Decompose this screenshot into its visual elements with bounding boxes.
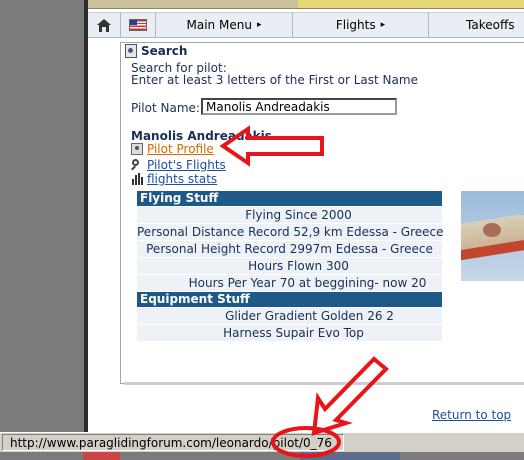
- takeoffs-menu-label: Takeoffs: [466, 18, 515, 32]
- home-icon: [97, 18, 111, 32]
- equipment-stuff-header: Equipment Stuff: [137, 292, 442, 308]
- main-menubar: Main Menu ▸ Flights ▸ Takeoffs: [88, 12, 524, 38]
- flights-menu-label: Flights: [335, 18, 376, 32]
- takeoffs-menu-button[interactable]: Takeoffs: [429, 13, 524, 37]
- flying-row: Hours Flown 300: [137, 258, 442, 275]
- taskbar-strip: [0, 452, 524, 460]
- pilot-name-label: Pilot Name:: [131, 101, 200, 115]
- search-panel-title: Search: [125, 43, 187, 59]
- flights-stats-row: flights stats: [131, 172, 217, 186]
- flights-stats-link[interactable]: flights stats: [147, 172, 217, 186]
- pilot-flights-row: Pilot's Flights: [131, 158, 226, 172]
- frame-border: [84, 0, 88, 432]
- banner-highlight: [298, 0, 524, 8]
- equipment-row: Glider Gradient Golden 26 2: [137, 308, 442, 325]
- chevron-right-icon: ▸: [380, 20, 386, 30]
- search-icon: [125, 44, 137, 58]
- language-button[interactable]: [121, 13, 156, 37]
- pilot-flights-link[interactable]: Pilot's Flights: [147, 158, 226, 172]
- flying-row: Hours Per Year 70 at beggining- now 20: [137, 275, 442, 292]
- search-title: Search: [141, 44, 188, 58]
- pilot-photo: [461, 191, 524, 281]
- flying-row: Personal Height Record 2997m Edessa - Gr…: [137, 241, 442, 258]
- bar-chart-icon: [131, 173, 143, 185]
- result-pilot-name: Manolis Andreadakis: [131, 129, 272, 143]
- pilot-profile-row: Pilot Profile: [131, 142, 214, 156]
- main-menu-button[interactable]: Main Menu ▸: [156, 13, 293, 37]
- return-to-top-link[interactable]: Return to top: [432, 408, 511, 422]
- pilot-info-table: Flying Stuff Flying Since 2000 Personal …: [137, 191, 444, 342]
- home-button[interactable]: [88, 13, 121, 37]
- status-url-text: http://www.paraglidingforum.com/leonardo…: [2, 434, 344, 451]
- left-gray-area: [0, 0, 84, 432]
- main-menu-label: Main Menu: [186, 18, 252, 32]
- flying-row: Personal Distance Record 52,9 km Edessa …: [137, 224, 444, 241]
- pilot-profile-link[interactable]: Pilot Profile: [147, 142, 214, 156]
- browser-status-bar: http://www.paraglidingforum.com/leonardo…: [0, 432, 524, 453]
- equipment-row: Harness Supair Evo Top: [137, 325, 442, 342]
- search-prompt-2: Enter at least 3 letters of the First or…: [131, 73, 418, 87]
- flights-menu-button[interactable]: Flights ▸: [293, 13, 429, 37]
- pilot-name-input[interactable]: Manolis Andreadakis: [201, 98, 397, 115]
- top-banner: [88, 0, 524, 9]
- magnifier-icon: [131, 159, 143, 171]
- flying-stuff-header: Flying Stuff: [137, 191, 442, 207]
- search-panel: Search Search for pilot: Enter at least …: [120, 42, 524, 384]
- profile-icon: [131, 143, 143, 155]
- flying-row: Flying Since 2000: [137, 207, 442, 224]
- chevron-right-icon: ▸: [256, 20, 262, 30]
- panel-shadow: [124, 382, 524, 385]
- us-flag-icon: [129, 19, 147, 31]
